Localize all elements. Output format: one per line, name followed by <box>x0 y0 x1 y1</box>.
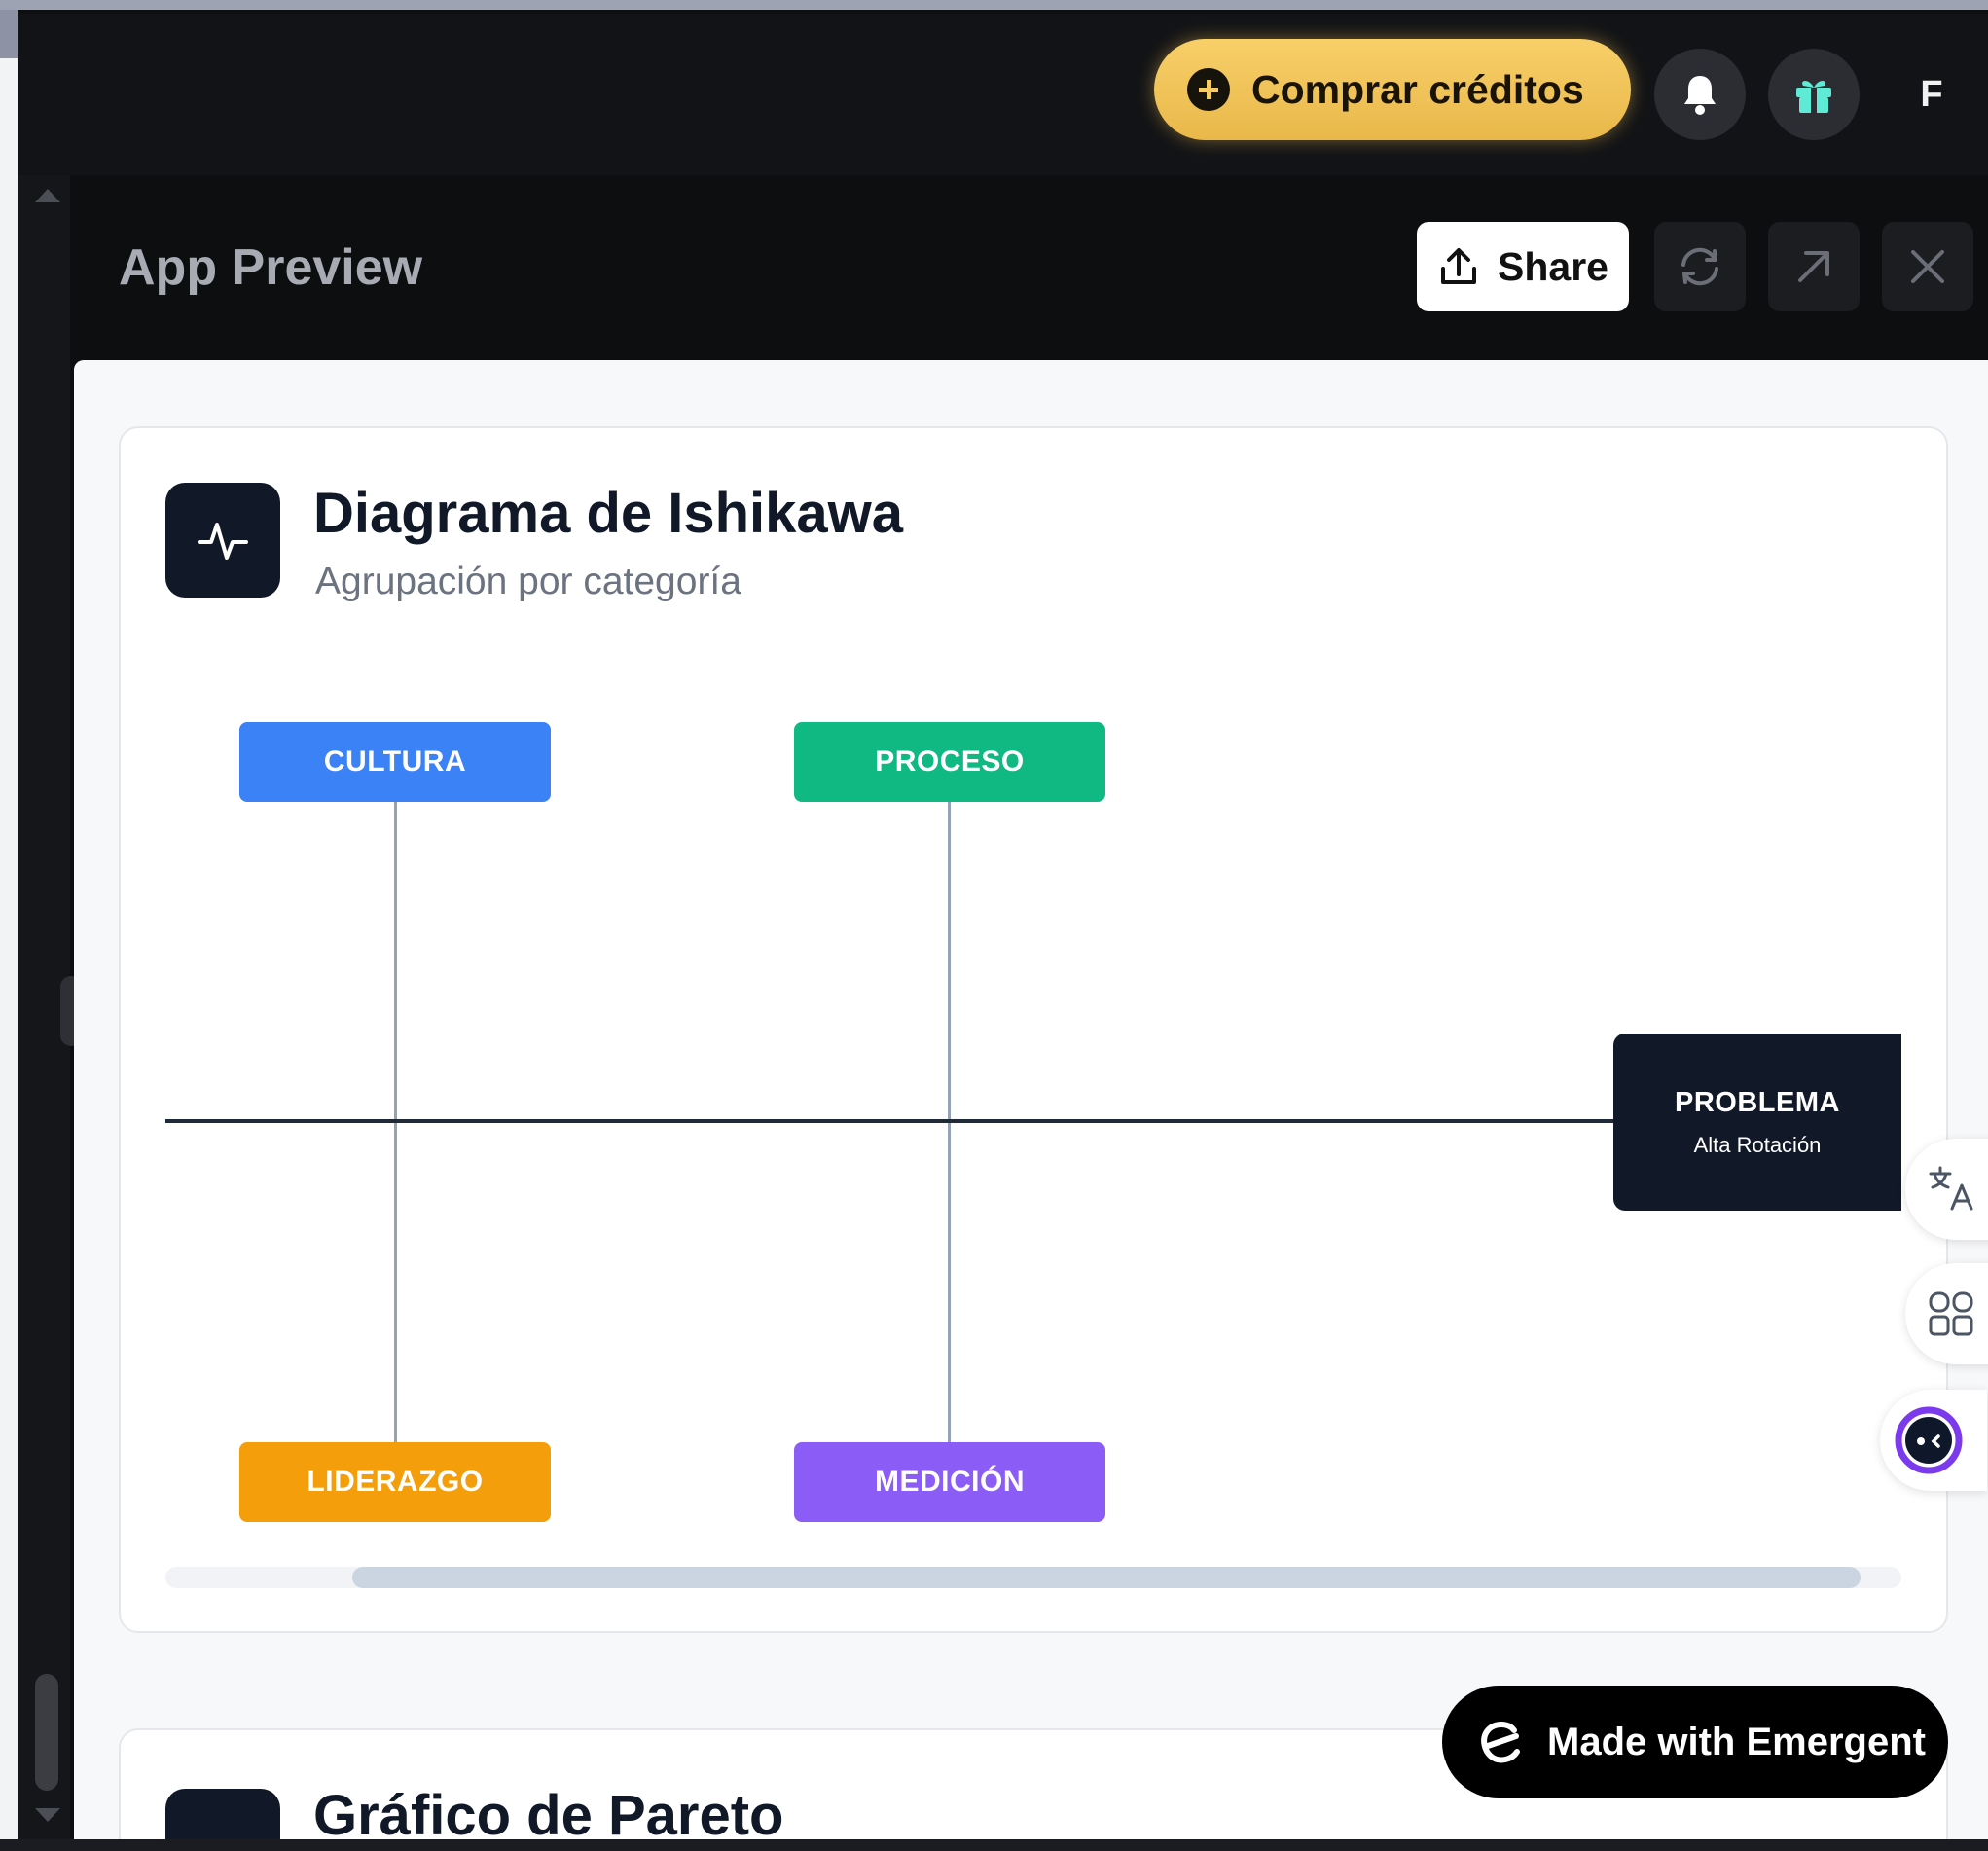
fishbone-spine <box>165 1119 1615 1123</box>
assistant-widget[interactable] <box>1880 1390 1987 1491</box>
user-avatar[interactable]: F <box>1886 49 1977 140</box>
left-gutter-top <box>0 10 18 58</box>
category-medicion: MEDICIÓN <box>794 1442 1105 1522</box>
gift-icon <box>1796 81 1831 113</box>
assistant-bot-icon <box>1895 1406 1963 1474</box>
buy-credits-button[interactable]: Comprar créditos <box>1154 39 1631 140</box>
scrollbar-thumb[interactable] <box>35 1674 58 1791</box>
close-icon <box>1911 250 1944 283</box>
refresh-button[interactable] <box>1654 222 1746 311</box>
bone-proceso-medicion <box>948 798 951 1450</box>
made-with-emergent-label: Made with Emergent <box>1547 1720 1926 1763</box>
category-proceso: PROCESO <box>794 722 1105 802</box>
ishikawa-card-icon <box>165 483 280 598</box>
open-external-button[interactable] <box>1768 222 1860 311</box>
notifications-button[interactable] <box>1654 49 1746 140</box>
ishikawa-subtitle: Agrupación por categoría <box>315 561 741 602</box>
bell-icon <box>1684 76 1716 115</box>
problem-box: PROBLEMA Alta Rotación <box>1613 1034 1901 1211</box>
gift-button[interactable] <box>1768 49 1860 140</box>
share-button[interactable]: Share <box>1417 222 1629 311</box>
window-top-strip <box>0 0 1988 10</box>
arrow-up-right-icon <box>1798 251 1829 282</box>
share-upload-icon <box>1441 248 1477 284</box>
category-liderazgo: LIDERAZGO <box>239 1442 551 1522</box>
plus-circle-icon <box>1187 68 1230 111</box>
translate-icon <box>1929 1166 1973 1211</box>
left-gutter <box>0 10 18 1851</box>
pareto-title: Gráfico de Pareto <box>313 1784 784 1847</box>
problem-value: Alta Rotación <box>1693 1132 1822 1157</box>
avatar-initial: F <box>1920 73 1943 115</box>
refresh-icon <box>1681 247 1718 286</box>
preview-title: App Preview <box>119 239 423 296</box>
emergent-logo-icon <box>1481 1722 1520 1763</box>
bottom-edge <box>0 1839 1988 1851</box>
scroll-down-arrow-icon[interactable] <box>35 1808 60 1822</box>
scroll-up-arrow-icon[interactable] <box>35 189 60 202</box>
made-with-emergent-badge[interactable]: Made with Emergent <box>1442 1686 1948 1798</box>
bone-cultura-liderazgo <box>394 798 397 1450</box>
share-label: Share <box>1498 243 1608 289</box>
category-cultura: CULTURA <box>239 722 551 802</box>
diagram-scrollbar-thumb[interactable] <box>352 1567 1861 1588</box>
apps-grid-icon <box>1929 1291 1973 1336</box>
problem-label: PROBLEMA <box>1675 1086 1840 1118</box>
activity-icon <box>198 523 248 560</box>
close-preview-button[interactable] <box>1882 222 1973 311</box>
buy-credits-label: Comprar créditos <box>1251 66 1584 112</box>
ishikawa-title: Diagrama de Ishikawa <box>313 482 904 545</box>
